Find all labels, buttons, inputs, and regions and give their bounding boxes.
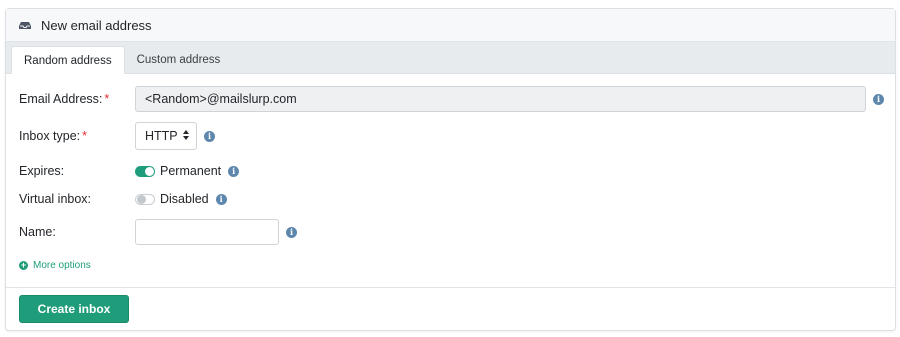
virtual-inbox-info-icon[interactable]: i <box>215 193 227 205</box>
expires-label: Expires: <box>19 164 65 178</box>
card-footer: Create inbox <box>6 287 895 331</box>
name-label: Name: <box>19 225 56 239</box>
expires-toggle[interactable] <box>135 165 155 177</box>
tabs-bar: Random address Custom address <box>6 42 895 74</box>
name-row: Name: i <box>19 219 297 245</box>
card-title: New email address <box>41 17 152 33</box>
inbox-tray-icon <box>19 19 31 31</box>
email-address-field: <Random>@mailslurp.com <box>135 86 866 112</box>
toggle-knob <box>145 166 154 176</box>
email-label: Email Address: * <box>19 92 110 106</box>
required-mark: * <box>104 92 110 106</box>
name-input[interactable] <box>135 219 279 245</box>
select-arrows-icon <box>183 129 189 143</box>
inbox-type-select[interactable]: HTTP <box>135 122 197 150</box>
expires-info-icon[interactable]: i <box>228 165 240 177</box>
toggle-knob <box>137 194 146 204</box>
virtual-inbox-label: Virtual inbox: <box>19 192 92 206</box>
inbox-type-label: Inbox type: * <box>19 129 88 143</box>
name-info-icon[interactable]: i <box>286 226 297 238</box>
expires-toggle-text: Permanent <box>160 164 222 178</box>
email-row: Email Address: * <Random>@mailslurp.com i <box>19 86 884 112</box>
plus-circle-icon: + <box>19 260 28 270</box>
tab-random-address[interactable]: Random address <box>11 46 125 74</box>
required-mark: * <box>82 129 88 143</box>
card-header: New email address <box>6 9 895 42</box>
create-inbox-button[interactable]: Create inbox <box>19 295 129 323</box>
inbox-type-value: HTTP <box>145 129 178 143</box>
virtual-inbox-row: Virtual inbox: Disabled i <box>19 192 227 206</box>
inbox-type-row: Inbox type: * HTTP i <box>19 122 215 150</box>
inbox-type-info-icon[interactable]: i <box>204 130 215 142</box>
email-info-icon[interactable]: i <box>873 93 884 105</box>
new-inbox-form: Email Address: * <Random>@mailslurp.com i… <box>6 74 895 287</box>
new-email-card: New email address Random address Custom … <box>5 8 896 331</box>
expires-row: Expires: Permanent i <box>19 164 240 178</box>
tab-custom-address[interactable]: Custom address <box>125 46 233 73</box>
more-options-link[interactable]: + More options <box>19 260 91 271</box>
more-options-label: More options <box>33 260 91 271</box>
virtual-inbox-toggle[interactable] <box>135 193 155 205</box>
virtual-inbox-toggle-text: Disabled <box>160 192 209 206</box>
